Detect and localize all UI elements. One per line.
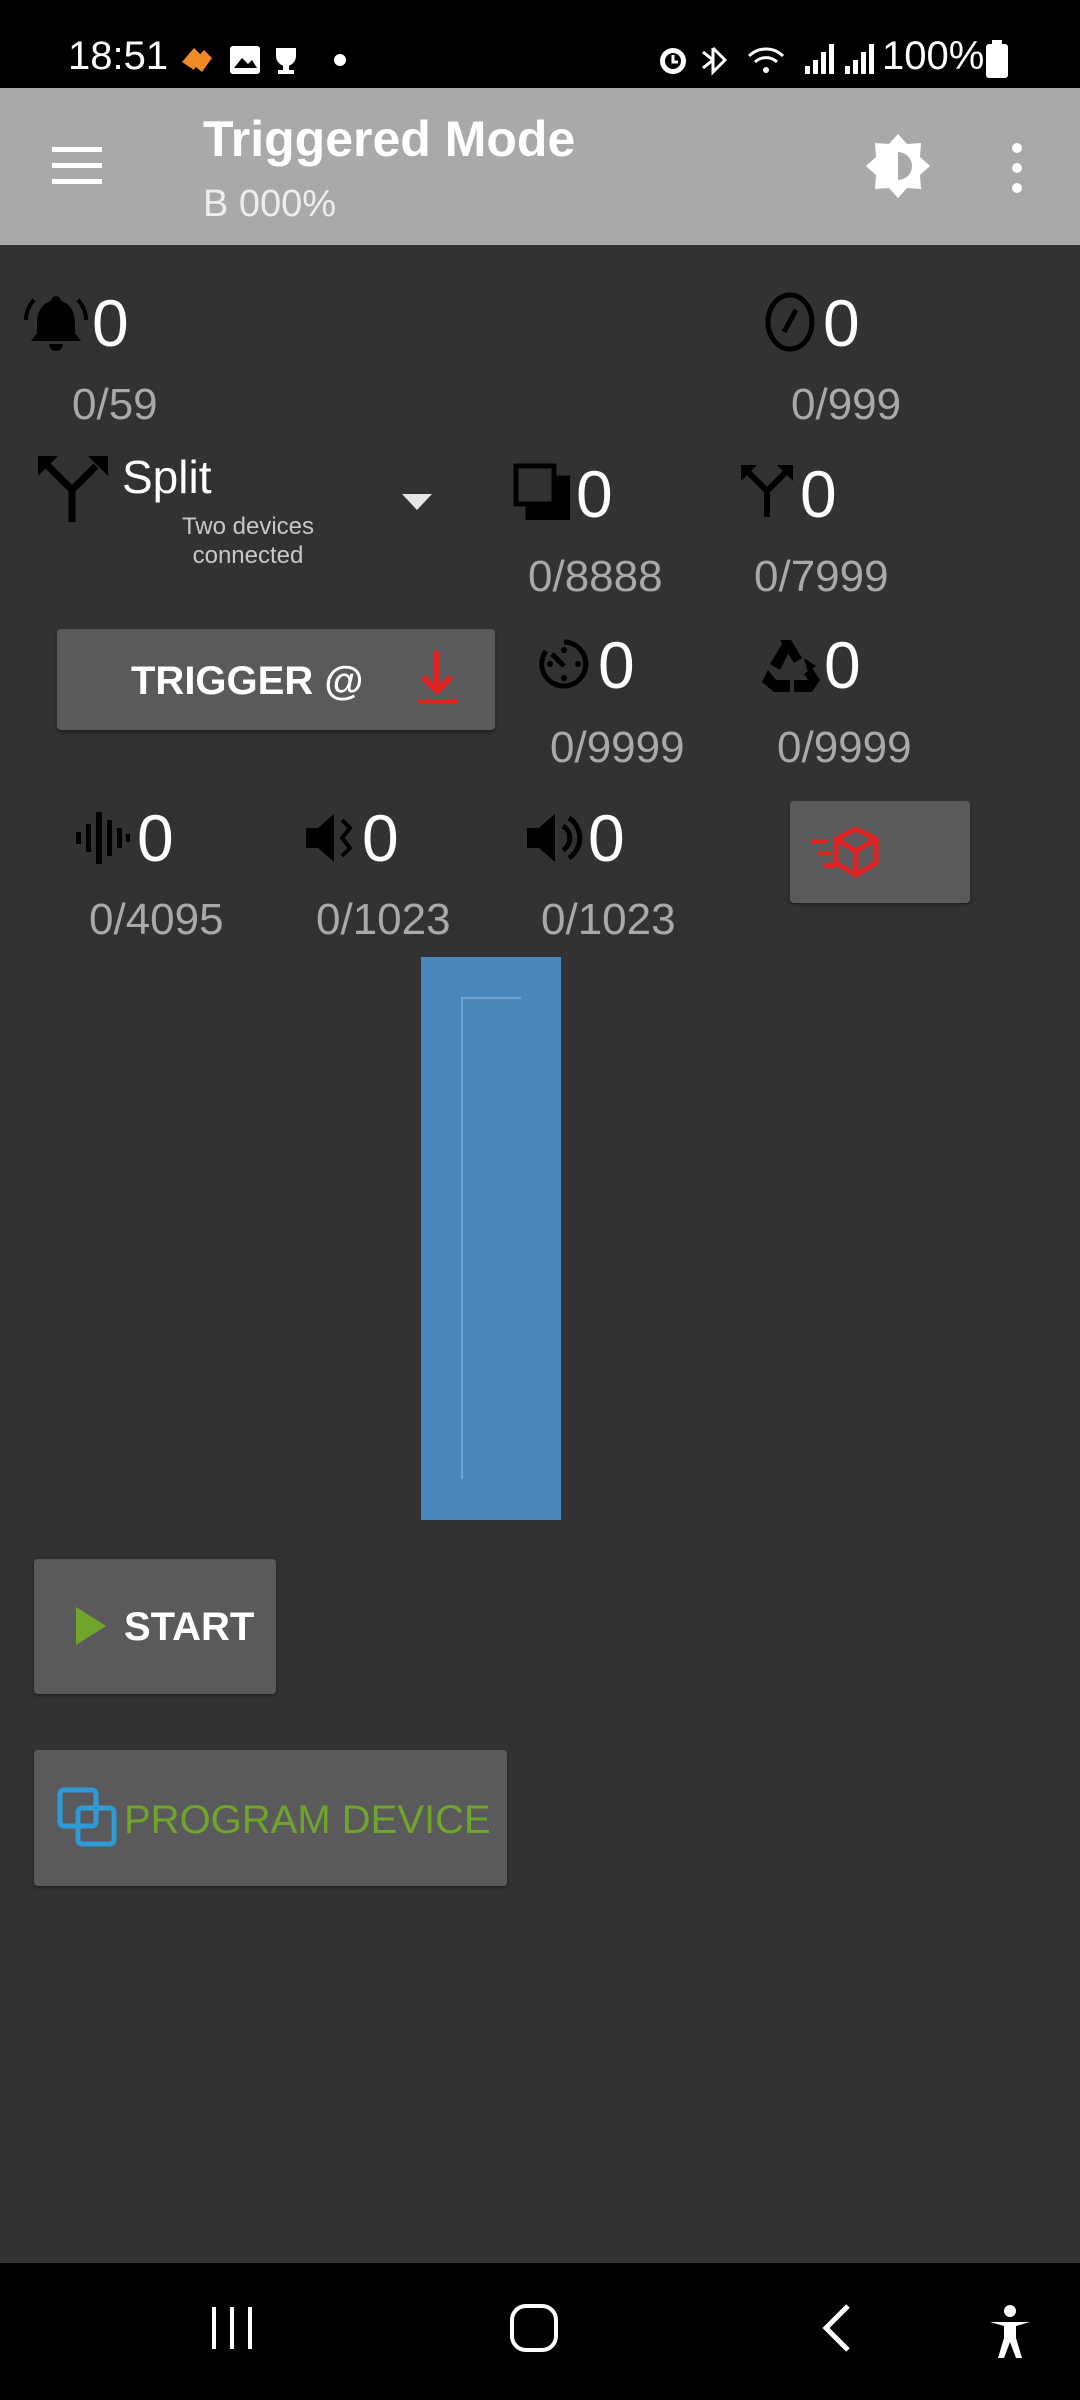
status-left-icons xyxy=(182,46,346,74)
gallery-icon xyxy=(230,46,260,74)
level-bar-inner-frame xyxy=(461,997,521,1479)
play-icon xyxy=(76,1607,106,1645)
back-icon[interactable] xyxy=(818,2302,858,2354)
split-label: Split xyxy=(122,451,212,503)
bell-counter-max: 0/59 xyxy=(72,380,158,429)
recycle-icon xyxy=(762,640,820,692)
timer-icon xyxy=(539,639,589,689)
level-bar xyxy=(421,957,561,1520)
trigger-button-label: TRIGGER @ xyxy=(131,659,364,703)
volume-high-counter-value: 0 xyxy=(588,801,625,875)
copy-counter-max: 0/8888 xyxy=(528,552,663,601)
brightness-icon[interactable] xyxy=(864,132,932,200)
status-time: 18:51 xyxy=(68,34,169,78)
signal-icon xyxy=(805,44,834,74)
edit-counter-max: 0/999 xyxy=(791,380,902,429)
dot-icon xyxy=(334,54,346,66)
home-icon[interactable] xyxy=(508,2302,560,2354)
edit-circle-icon xyxy=(765,292,815,352)
status-right-icons xyxy=(660,44,874,76)
waveform-counter-value: 0 xyxy=(137,801,174,875)
page-subtitle: B 000% xyxy=(203,183,337,225)
program-device-icon xyxy=(57,1787,117,1847)
wifi-icon xyxy=(747,47,785,73)
bell-icon xyxy=(24,296,88,351)
battery-percent: 100% xyxy=(882,34,985,78)
menu-icon[interactable] xyxy=(48,145,108,187)
timer-counter-max: 0/9999 xyxy=(550,723,685,772)
alarm-icon xyxy=(660,48,686,74)
bell-counter-value: 0 xyxy=(92,286,129,360)
program-device-label: PROGRAM DEVICE xyxy=(124,1798,491,1842)
send-package-button[interactable] xyxy=(790,801,970,903)
recent-apps-icon[interactable] xyxy=(208,2305,258,2351)
start-button-label: START xyxy=(124,1605,255,1649)
start-button[interactable]: START xyxy=(34,1559,276,1694)
recycle-counter-value: 0 xyxy=(824,628,861,702)
split-subtitle: Two devices connected xyxy=(181,513,315,569)
volume-high-icon xyxy=(527,814,583,862)
overflow-menu-icon[interactable] xyxy=(1005,140,1029,196)
volume-low-counter-max: 0/1023 xyxy=(316,895,451,944)
accessibility-icon[interactable] xyxy=(986,2304,1034,2360)
waveform-counter-max: 0/4095 xyxy=(89,895,224,944)
copy-counter-value: 0 xyxy=(576,457,613,531)
edit-counter-value: 0 xyxy=(823,286,860,360)
trophy-icon xyxy=(276,48,296,74)
bluetooth-icon xyxy=(702,46,728,76)
hearts-icon xyxy=(182,48,212,72)
waveform-icon xyxy=(76,812,130,864)
recycle-counter-max: 0/9999 xyxy=(777,723,912,772)
page-title: Triggered Mode xyxy=(203,111,576,167)
trigger-button[interactable]: TRIGGER @ xyxy=(57,629,495,730)
fast-delivery-icon xyxy=(812,826,879,878)
volume-low-icon xyxy=(306,814,353,862)
volume-low-counter-value: 0 xyxy=(362,801,399,875)
download-icon xyxy=(417,651,457,704)
split-icon xyxy=(38,456,108,522)
fork-icon xyxy=(741,465,793,517)
split-dropdown-icon[interactable] xyxy=(400,490,434,512)
copy-icon xyxy=(513,463,570,520)
battery-icon xyxy=(986,40,1008,78)
signal2-icon xyxy=(845,44,874,74)
timer-counter-value: 0 xyxy=(598,628,635,702)
program-device-button[interactable]: PROGRAM DEVICE xyxy=(34,1750,507,1886)
volume-high-counter-max: 0/1023 xyxy=(541,895,676,944)
fork-counter-value: 0 xyxy=(800,457,837,531)
fork-counter-max: 0/7999 xyxy=(754,552,889,601)
